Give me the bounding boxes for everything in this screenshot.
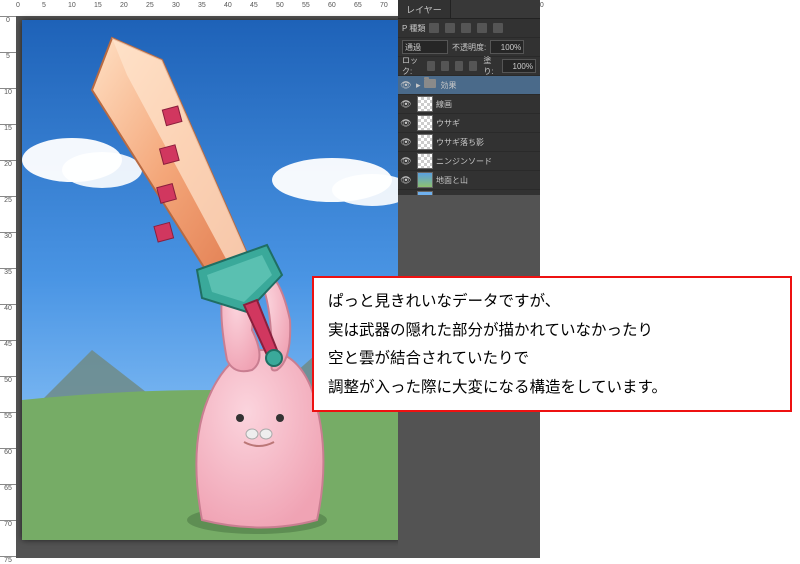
filter-smart-icon[interactable] (493, 23, 503, 33)
visibility-toggle-icon[interactable]: 👁 (398, 99, 414, 110)
ruler-tick: 20 (0, 160, 16, 168)
annotation-callout: ぱっと見きれいなデータですが、 実は武器の隠れた部分が描かれていなかったり 空と… (312, 276, 792, 412)
ruler-tick: 70 (0, 520, 16, 528)
tab-layers[interactable]: レイヤー (398, 0, 451, 18)
layer-name[interactable]: ウサギ (436, 118, 540, 129)
ruler-tick: 25 (146, 2, 154, 9)
layers-panel: レイヤー P 種類 不透明度: ロック: 塗り: 👁▸効果👁線画👁ウサギ👁ウサギ… (398, 0, 540, 195)
filter-type-icon[interactable] (461, 23, 471, 33)
layer-thumbnail (417, 96, 433, 112)
blend-mode-select[interactable] (402, 40, 448, 54)
annotation-line: 調整が入った際に大変になる構造をしています。 (328, 374, 776, 403)
opacity-label: 不透明度: (452, 42, 486, 53)
layer-thumbnail (417, 153, 433, 169)
ruler-tick: 20 (120, 2, 128, 9)
lock-position-icon[interactable] (455, 61, 463, 71)
ruler-tick: 15 (94, 2, 102, 9)
ruler-tick: 70 (380, 2, 388, 9)
layer-row[interactable]: 👁 ウサギ落ち影 (398, 133, 540, 152)
filter-shape-icon[interactable] (477, 23, 487, 33)
ruler-tick: 50 (276, 2, 284, 9)
visibility-toggle-icon[interactable]: 👁 (398, 80, 414, 91)
layer-thumbnail (417, 134, 433, 150)
kind-label: P 種類 (402, 23, 425, 34)
layer-name[interactable]: 効果 (441, 80, 540, 91)
layer-row[interactable]: 👁 地面と山 (398, 171, 540, 190)
fill-input[interactable] (502, 59, 536, 73)
ruler-tick: 60 (0, 448, 16, 456)
annotation-line: 空と雲が結合されていたりで (328, 345, 776, 374)
ruler-tick: 65 (354, 2, 362, 9)
fill-label: 塗り: (483, 55, 498, 77)
visibility-toggle-icon[interactable]: 👁 (398, 137, 414, 148)
layer-name[interactable]: 線画 (436, 99, 540, 110)
chevron-right-icon[interactable]: ▸ (416, 80, 421, 91)
ruler-tick: 5 (42, 2, 46, 9)
layer-name[interactable]: 地面と山 (436, 175, 540, 186)
filter-pixel-icon[interactable] (429, 23, 439, 33)
ruler-tick: 0 (16, 2, 20, 9)
ruler-tick: 35 (198, 2, 206, 9)
annotation-line: 実は武器の隠れた部分が描かれていなかったり (328, 317, 776, 346)
annotation-line: ぱっと見きれいなデータですが、 (328, 288, 776, 317)
layer-row[interactable]: 👁 線画 (398, 95, 540, 114)
visibility-toggle-icon[interactable]: 👁 (398, 175, 414, 186)
ruler-tick: 65 (0, 484, 16, 492)
ruler-tick: 40 (0, 304, 16, 312)
panel-tabs: レイヤー (398, 0, 540, 19)
layer-thumbnail (417, 172, 433, 188)
opacity-input[interactable] (490, 40, 524, 54)
ruler-tick: 5 (0, 52, 16, 60)
filter-adjust-icon[interactable] (445, 23, 455, 33)
ruler-tick: 40 (224, 2, 232, 9)
ruler-vertical: 051015202530354045505560657075 (0, 0, 17, 558)
ruler-tick: 45 (0, 340, 16, 348)
ruler-tick: 50 (0, 376, 16, 384)
layer-list: 👁▸効果👁線画👁ウサギ👁ウサギ落ち影👁ニンジンソード👁地面と山👁空 (398, 76, 540, 209)
ruler-tick: 15 (0, 124, 16, 132)
filter-row: P 種類 (398, 19, 540, 38)
visibility-toggle-icon[interactable]: 👁 (398, 156, 414, 167)
lock-row: ロック: 塗り: (398, 57, 540, 76)
ruler-tick: 0 (0, 16, 16, 24)
ruler-tick: 55 (302, 2, 310, 9)
layer-name[interactable]: ウサギ落ち影 (436, 137, 540, 148)
layer-thumbnail (417, 115, 433, 131)
ruler-tick: 25 (0, 196, 16, 204)
visibility-toggle-icon[interactable]: 👁 (398, 118, 414, 129)
ruler-tick: 35 (0, 268, 16, 276)
layer-row[interactable]: 👁 ウサギ (398, 114, 540, 133)
lock-all-icon[interactable] (469, 61, 477, 71)
lock-pixels-icon[interactable] (441, 61, 449, 71)
ruler-tick: 45 (250, 2, 258, 9)
lock-transparent-icon[interactable] (427, 61, 435, 71)
ruler-tick: 10 (68, 2, 76, 9)
layer-row[interactable]: 👁 ニンジンソード (398, 152, 540, 171)
lock-label: ロック: (402, 55, 423, 77)
ruler-tick: 55 (0, 412, 16, 420)
ruler-tick: 60 (328, 2, 336, 9)
layer-row[interactable]: 👁▸ 効果 (398, 76, 540, 95)
ruler-tick: 10 (0, 88, 16, 96)
layer-name[interactable]: ニンジンソード (436, 156, 540, 167)
folder-icon (424, 79, 436, 88)
ruler-tick: 30 (172, 2, 180, 9)
ruler-tick: 75 (0, 556, 16, 564)
ruler-tick: 30 (0, 232, 16, 240)
